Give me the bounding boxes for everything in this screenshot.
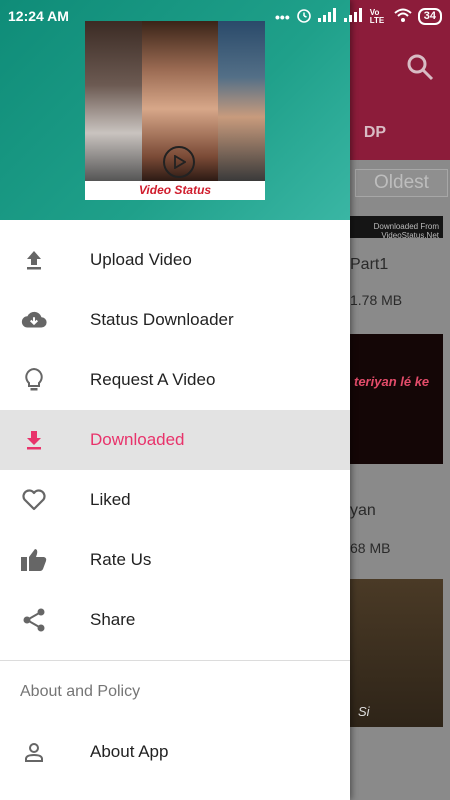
section-title-about-policy: About and Policy: [20, 683, 141, 700]
menu-item-label: Status Downloader: [90, 310, 234, 329]
menu-item-share[interactable]: Share: [0, 590, 350, 650]
lightbulb-icon: [20, 366, 48, 394]
navigation-drawer: Video Status Upload Video Status Downloa…: [0, 0, 350, 800]
drawer-header: Video Status: [0, 0, 350, 220]
menu-item-label: Share: [90, 610, 136, 629]
signal-icon-2: [343, 8, 364, 25]
cloud-download-icon: [20, 306, 48, 334]
menu-item-label: Liked: [90, 490, 131, 509]
network-label: Vo LTE: [369, 7, 385, 25]
thumbnail-watermark: teriyan lé ke: [354, 374, 430, 389]
video-thumbnail: Downloaded From VideoStatus.Net: [350, 216, 443, 240]
menu-item-about-app[interactable]: About App: [0, 722, 350, 782]
menu-item-label: Request A Video: [90, 370, 216, 389]
tab-dp[interactable]: DP: [350, 108, 400, 158]
banner-photo-right: [218, 21, 265, 181]
menu-item-rate-us[interactable]: Rate Us: [0, 530, 350, 590]
signal-icon: [317, 8, 338, 25]
video-title: Part1: [350, 256, 389, 273]
video-title: yan: [350, 502, 376, 519]
battery-indicator: 34: [417, 8, 442, 25]
menu-item-label: About App: [90, 742, 169, 761]
video-size: 1.78 MB: [350, 292, 403, 308]
menu-item-upload-video[interactable]: Upload Video: [0, 230, 350, 290]
wifi-icon: [394, 8, 412, 25]
search-icon[interactable]: [405, 52, 435, 82]
menu-item-status-downloader[interactable]: Status Downloader: [0, 290, 350, 350]
video-size: 68 MB: [350, 540, 391, 556]
video-card[interactable]: Si: [350, 579, 443, 727]
upload-icon: [20, 246, 48, 274]
video-card[interactable]: teriyan lé ke: [350, 334, 443, 464]
thumbs-up-icon: [20, 546, 48, 574]
menu-divider: [0, 660, 350, 661]
menu-item-label: Downloaded: [90, 430, 185, 449]
drawer-menu: Upload Video Status Downloader Request A…: [0, 230, 350, 650]
status-time: 12:24 AM: [8, 8, 69, 24]
menu-item-liked[interactable]: Liked: [0, 470, 350, 530]
video-thumbnail: teriyan lé ke: [350, 334, 443, 464]
status-bar: 12:24 AM ••• Vo LTE 34: [0, 0, 450, 32]
video-card[interactable]: Downloaded From VideoStatus.Net: [350, 216, 443, 240]
menu-item-label: Rate Us: [90, 550, 152, 569]
banner-photo-left: [85, 21, 142, 181]
status-icons: ••• Vo LTE 34: [275, 7, 442, 26]
menu-item-request-video[interactable]: Request A Video: [0, 350, 350, 410]
menu-item-label: Upload Video: [90, 250, 192, 269]
notification-dots: •••: [275, 8, 290, 25]
person-icon: [20, 738, 48, 766]
thumbnail-watermark: Downloaded From VideoStatus.Net: [373, 222, 439, 240]
play-icon: [163, 146, 195, 178]
menu-item-downloaded[interactable]: Downloaded: [0, 410, 350, 470]
header-banner-image: Video Status: [85, 21, 265, 200]
banner-caption: Video Status: [85, 181, 265, 200]
heart-icon: [20, 486, 48, 514]
sort-oldest-button[interactable]: Oldest: [355, 169, 448, 197]
download-icon: [20, 426, 48, 454]
share-icon: [20, 606, 48, 634]
video-thumbnail: Si: [350, 579, 443, 727]
alarm-icon: [296, 7, 312, 26]
thumbnail-watermark: Si: [358, 704, 370, 719]
